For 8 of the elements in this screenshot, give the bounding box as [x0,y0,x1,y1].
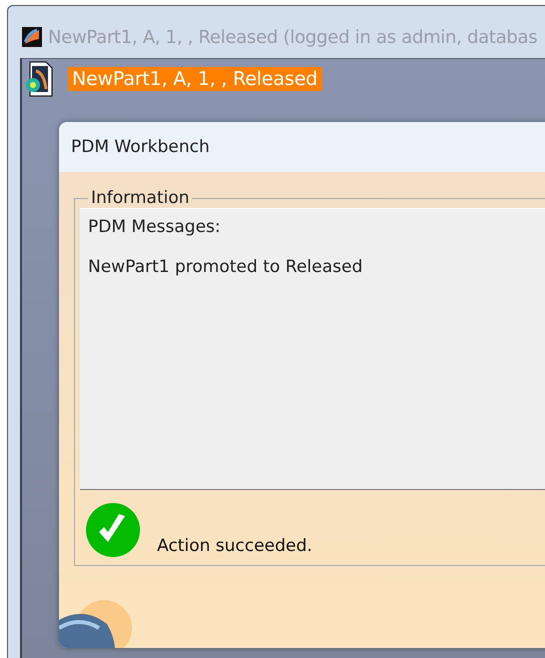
message-text: NewPart1 promoted to Released [88,257,364,277]
group-label: Information [90,188,190,208]
dialog-title: PDM Workbench [59,122,545,172]
status-text: Action succeeded. [157,536,312,558]
app-icon [22,27,42,47]
message-text: PDM Messages: [88,217,222,237]
window-title: NewPart1, A, 1, , Released (logged in as admin, databas [48,26,538,48]
tree-item[interactable]: NewPart1, A, 1, , Released [68,67,322,91]
